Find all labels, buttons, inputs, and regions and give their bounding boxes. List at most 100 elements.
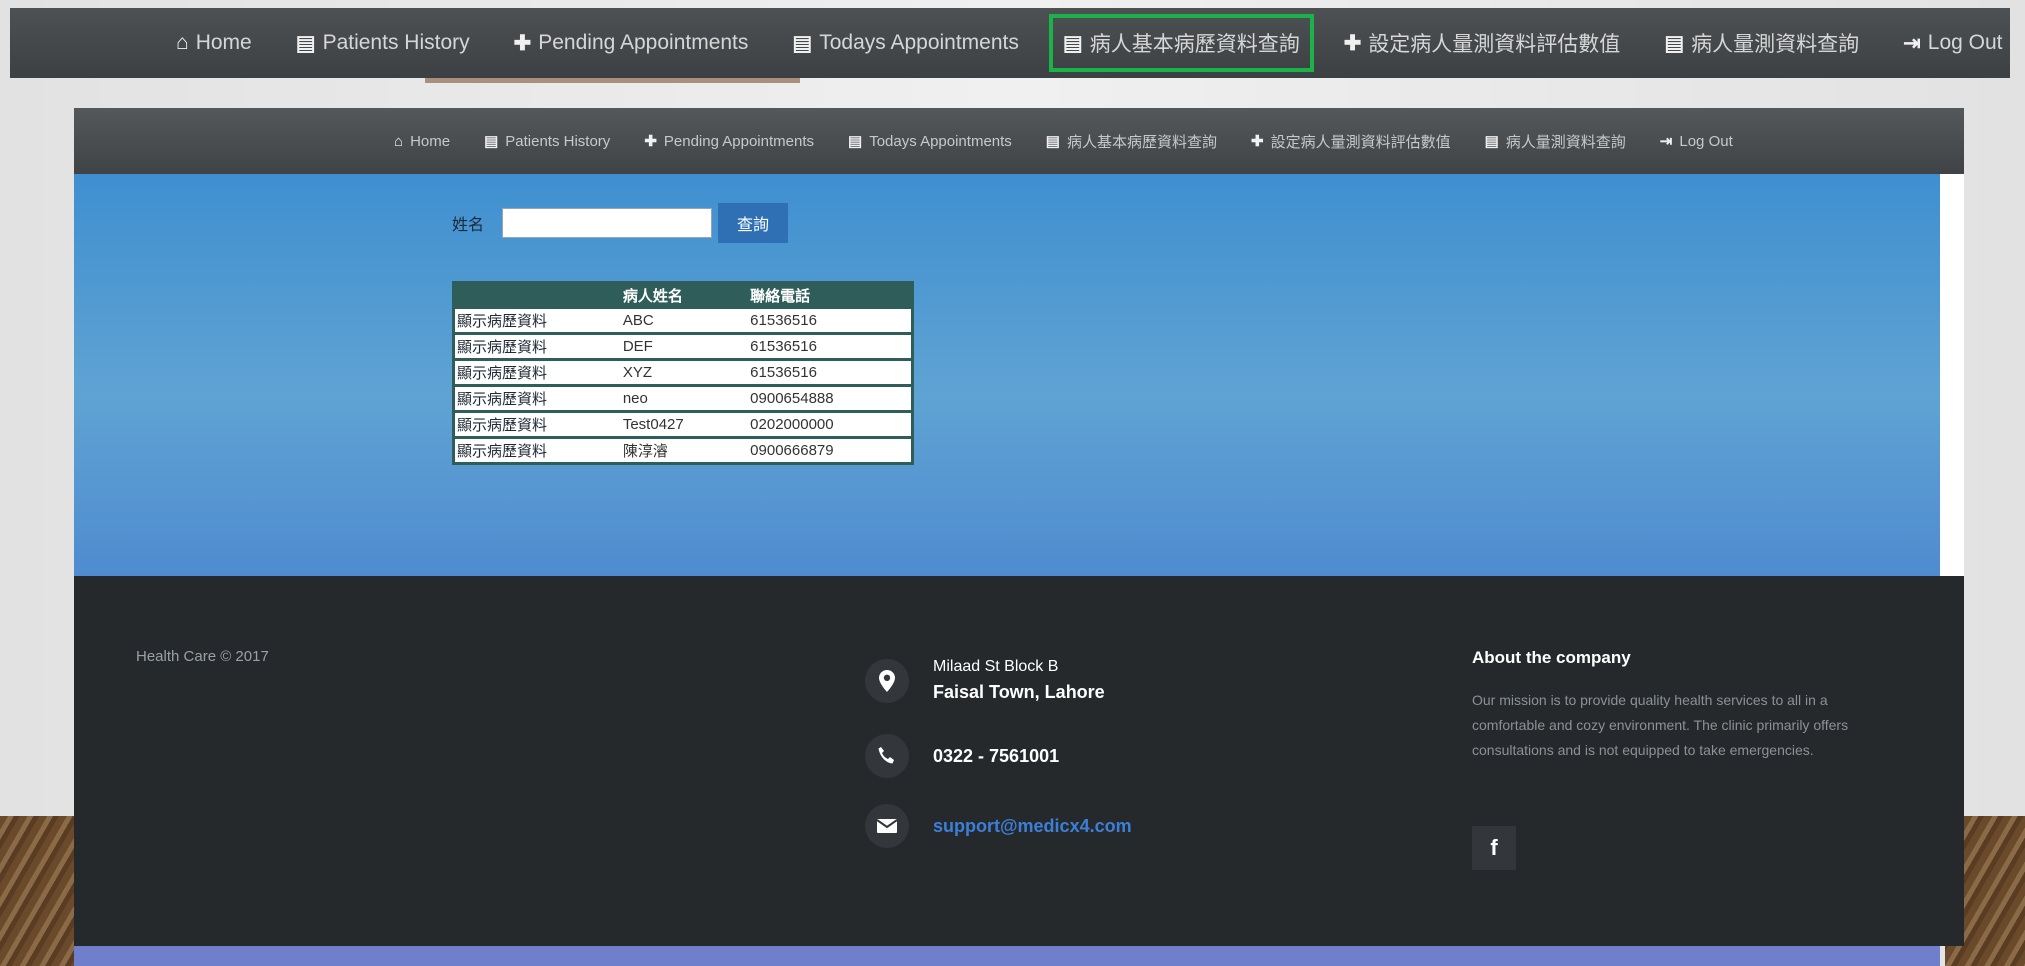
list-icon: ▤ bbox=[792, 31, 813, 55]
search-form: 姓名 查詢 bbox=[452, 203, 789, 243]
patient-name: Test0427 bbox=[620, 410, 749, 438]
nav-home[interactable]: ⌂ Home bbox=[394, 133, 450, 150]
name-search-input[interactable] bbox=[502, 208, 713, 238]
phone-icon bbox=[865, 734, 909, 778]
table-row: 顯示病歷資料 XYZ 61536516 bbox=[453, 358, 913, 386]
nav-pending-appointments[interactable]: ✚ Pending Appointments bbox=[644, 132, 815, 151]
list-icon: ▤ bbox=[1484, 133, 1499, 150]
table-row: 顯示病歷資料 Test0427 0202000000 bbox=[453, 410, 913, 438]
show-record-link[interactable]: 顯示病歷資料 bbox=[453, 358, 621, 386]
app-window: ⌂ Home ▤ Patients History ✚ Pending Appoint… bbox=[74, 108, 1964, 966]
plus-icon: ✚ bbox=[1251, 133, 1264, 150]
list-icon: ▤ bbox=[1062, 31, 1083, 55]
patient-name: neo bbox=[620, 384, 749, 412]
nav-pending-appointments-label: Pending Appointments bbox=[663, 132, 815, 150]
nav-measurement-query[interactable]: ▤ 病人量測資料查詢 bbox=[1664, 28, 1859, 58]
table-header: 病人姓名 bbox=[620, 282, 749, 308]
content-area: 姓名 查詢 病人姓名 聯絡電話 顯示病歷資料 ABC 61536516 顯示病歷… bbox=[74, 174, 1940, 576]
nav-home-label: Home bbox=[410, 132, 451, 150]
show-record-link[interactable]: 顯示病歷資料 bbox=[453, 384, 621, 412]
nav-todays-appointments[interactable]: ▤ Todays Appointments bbox=[792, 31, 1018, 56]
table-header bbox=[453, 282, 621, 308]
address-line-1: Milaad St Block B bbox=[933, 658, 1059, 675]
address-line-2: Faisal Town, Lahore bbox=[933, 682, 1105, 702]
nav-pending-appointments[interactable]: ✚ Pending Appointments bbox=[514, 31, 749, 56]
nav-todays-appointments-label: Todays Appointments bbox=[869, 132, 1012, 150]
nav-todays-appointments[interactable]: ▤ Todays Appointments bbox=[848, 132, 1012, 151]
patient-phone: 61536516 bbox=[748, 332, 913, 360]
list-icon: ▤ bbox=[848, 133, 863, 150]
nav-patients-history-label: Patients History bbox=[322, 31, 470, 54]
patient-name: 陳淳濬 bbox=[620, 436, 749, 464]
show-record-link[interactable]: 顯示病歷資料 bbox=[453, 332, 621, 360]
about-text: Our mission is to provide quality health… bbox=[1472, 692, 1849, 758]
plus-icon: ✚ bbox=[513, 31, 532, 55]
nav-logout-label: Log Out bbox=[1927, 31, 2003, 54]
patient-name: XYZ bbox=[620, 358, 749, 386]
about-title: About the company bbox=[1472, 648, 1631, 667]
show-record-link[interactable]: 顯示病歷資料 bbox=[453, 306, 621, 334]
patient-phone: 0202000000 bbox=[748, 410, 913, 438]
table-header-row: 病人姓名 聯絡電話 bbox=[453, 282, 913, 308]
nav-measurement-query-label: 病人量測資料查詢 bbox=[1505, 133, 1626, 151]
nav-pending-appointments-label: Pending Appointments bbox=[538, 31, 749, 54]
patient-phone: 0900654888 bbox=[748, 384, 913, 412]
nav-set-measurement-values[interactable]: ✚ 設定病人量測資料評估數值 bbox=[1251, 131, 1451, 152]
footer: Health Care © 2017 Milaad St Block B Fai… bbox=[74, 576, 1964, 946]
search-button[interactable]: 查詢 bbox=[718, 203, 789, 243]
nav-patient-basic-records[interactable]: ▤ 病人基本病歷資料查詢 bbox=[1046, 131, 1217, 152]
nav-todays-appointments-label: Todays Appointments bbox=[819, 31, 1019, 54]
list-icon: ▤ bbox=[1664, 31, 1685, 55]
about-section: About the company Our mission is to prov… bbox=[1472, 648, 1852, 763]
patient-phone: 61536516 bbox=[748, 306, 913, 334]
patients-table: 病人姓名 聯絡電話 顯示病歷資料 ABC 61536516 顯示病歷資料 DEF… bbox=[452, 281, 914, 465]
list-icon: ▤ bbox=[484, 133, 499, 150]
list-icon: ▤ bbox=[295, 31, 316, 55]
plus-icon: ✚ bbox=[644, 133, 657, 150]
nav-measurement-query[interactable]: ▤ 病人量測資料查詢 bbox=[1485, 131, 1626, 152]
table-header: 聯絡電話 bbox=[748, 282, 913, 308]
scroll-gutter bbox=[1940, 174, 1964, 576]
table-row: 顯示病歷資料 neo 0900654888 bbox=[453, 384, 913, 412]
background-photo-strip bbox=[425, 78, 800, 83]
nav-set-measurement-values[interactable]: ✚ 設定病人量測資料評估數值 bbox=[1344, 28, 1621, 58]
patient-phone: 0900666879 bbox=[748, 436, 913, 464]
address-block: Milaad St Block B Faisal Town, Lahore bbox=[865, 658, 1105, 703]
nav-logout[interactable]: ⇥ Log Out bbox=[1903, 31, 2002, 56]
nav-logout-label: Log Out bbox=[1679, 132, 1733, 150]
nav-home-label: Home bbox=[195, 31, 252, 54]
logout-icon: ⇥ bbox=[1903, 31, 1921, 55]
app-navbar: ⌂ Home ▤ Patients History ✚ Pending Appoint… bbox=[74, 108, 1964, 174]
list-icon: ▤ bbox=[1045, 133, 1060, 150]
nav-measurement-query-label: 病人量測資料查詢 bbox=[1691, 33, 1860, 56]
table-row: 顯示病歷資料 ABC 61536516 bbox=[453, 306, 913, 334]
nav-logout[interactable]: ⇥ Log Out bbox=[1659, 132, 1733, 151]
nav-patient-basic-records-label: 病人基本病歷資料查詢 bbox=[1089, 33, 1300, 56]
patient-name: DEF bbox=[620, 332, 749, 360]
table-row: 顯示病歷資料 陳淳濬 0900666879 bbox=[453, 436, 913, 464]
nav-patients-history[interactable]: ▤ Patients History bbox=[296, 31, 470, 56]
home-icon: ⌂ bbox=[176, 31, 189, 54]
phone-block: 0322 - 7561001 bbox=[865, 734, 1059, 778]
copyright-text: Health Care © 2017 bbox=[136, 648, 269, 665]
top-navbar: ⌂ Home ▤ Patients History ✚ Pending Appoint… bbox=[10, 8, 2010, 78]
email-link[interactable]: support@medicx4.com bbox=[933, 816, 1132, 837]
email-block: support@medicx4.com bbox=[865, 804, 1132, 848]
facebook-icon[interactable]: f bbox=[1472, 826, 1516, 870]
table-row: 顯示病歷資料 DEF 61536516 bbox=[453, 332, 913, 360]
nav-patient-basic-records[interactable]: ▤ 病人基本病歷資料查詢 bbox=[1048, 14, 1314, 72]
nav-set-measurement-values-label: 設定病人量測資料評估數值 bbox=[1368, 33, 1621, 56]
logout-icon: ⇥ bbox=[1659, 133, 1673, 150]
search-label: 姓名 bbox=[452, 217, 485, 234]
envelope-icon bbox=[865, 804, 909, 848]
home-icon: ⌂ bbox=[394, 132, 404, 150]
nav-patients-history[interactable]: ▤ Patients History bbox=[484, 132, 611, 151]
phone-number: 0322 - 7561001 bbox=[933, 745, 1060, 766]
nav-patient-basic-records-label: 病人基本病歷資料查詢 bbox=[1066, 133, 1217, 151]
nav-patients-history-label: Patients History bbox=[505, 132, 611, 150]
show-record-link[interactable]: 顯示病歷資料 bbox=[453, 436, 621, 464]
location-pin-icon bbox=[865, 658, 909, 703]
show-record-link[interactable]: 顯示病歷資料 bbox=[453, 410, 621, 438]
nav-home[interactable]: ⌂ Home bbox=[176, 31, 252, 55]
footer-bottom-bar bbox=[74, 946, 1940, 966]
